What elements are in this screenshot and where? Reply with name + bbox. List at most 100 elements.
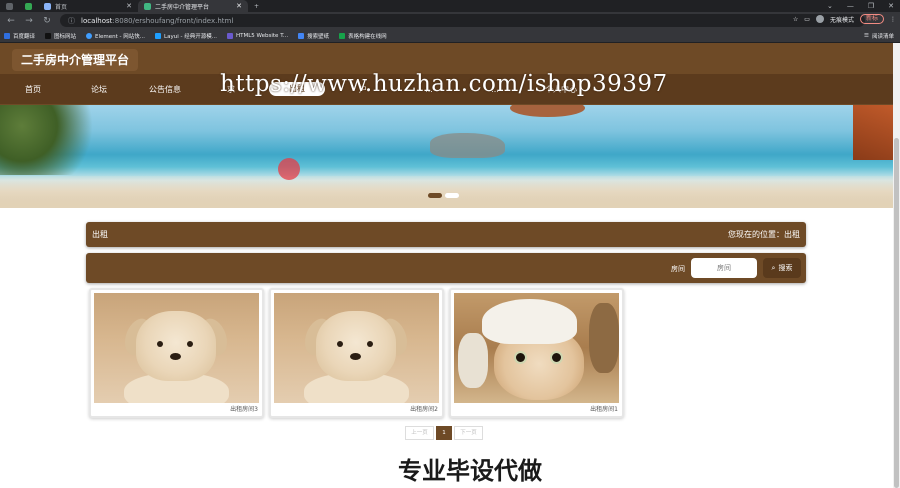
bookmark-label: HTML5 Website T... bbox=[235, 32, 289, 39]
bookmark-item[interactable]: HTML5 Website T... bbox=[226, 32, 289, 39]
search-icon: ⌕ bbox=[771, 263, 776, 272]
bookmark-icon bbox=[155, 32, 162, 39]
url-field[interactable]: ⓘ localhost:8080/ershoufang/front/index.… bbox=[60, 14, 865, 27]
bookmark-icon bbox=[339, 32, 346, 39]
banner-rock bbox=[430, 133, 505, 158]
search-button-label: 搜索 bbox=[778, 264, 793, 272]
bookmark-icon bbox=[45, 32, 52, 39]
window-controls: ⌄ — ❐ ✕ bbox=[827, 0, 894, 12]
address-bar-row: ← → ↻ ⓘ localhost:8080/ershoufang/front/… bbox=[0, 12, 900, 29]
next-page-button[interactable]: 下一页 bbox=[454, 426, 483, 440]
bookmark-label: 搜索壁纸 bbox=[307, 33, 330, 40]
section-title-bar: 出租 您现在的位置：出租 bbox=[86, 222, 806, 247]
bookmark-item[interactable]: 表格构建在线网 bbox=[339, 32, 387, 40]
info-icon: ⓘ bbox=[68, 16, 75, 25]
bookmark-icon bbox=[298, 32, 305, 39]
bookmark-item[interactable]: Element - 网站快... bbox=[86, 32, 145, 40]
bookmark-label: 表格构建在线网 bbox=[348, 33, 387, 40]
overlay-watermark-text: 专业毕设代做 bbox=[398, 457, 542, 485]
tab-label: 首页 bbox=[55, 3, 68, 11]
banner-tree bbox=[0, 105, 110, 175]
bookmark-label: Element - 网站快... bbox=[95, 33, 146, 40]
close-tab-icon[interactable]: ✕ bbox=[236, 2, 242, 10]
pagination: 上一页 1 下一页 bbox=[405, 426, 483, 440]
tab-favicon-icon bbox=[25, 2, 32, 10]
listing-card[interactable]: 出租房间2 bbox=[269, 288, 444, 418]
tab-label: 二手房中介管理平台 bbox=[155, 3, 210, 11]
vue-favicon-icon bbox=[144, 2, 151, 10]
restore-icon[interactable]: ❐ bbox=[868, 2, 874, 10]
browser-tabbar: 首页 ✕ 二手房中介管理平台 ✕ + ⌄ — ❐ ✕ bbox=[0, 0, 900, 12]
bookmark-label: 百度翻译 bbox=[13, 33, 36, 40]
hero-carousel[interactable] bbox=[0, 105, 893, 208]
listing-caption: 出租房间3 bbox=[230, 406, 258, 413]
banner-cliff bbox=[853, 105, 893, 160]
search-input[interactable] bbox=[691, 258, 757, 278]
listing-caption: 出租房间2 bbox=[410, 406, 438, 413]
bookmark-icon bbox=[86, 32, 93, 39]
browser-tab-active[interactable]: 二手房中介管理平台 ✕ bbox=[138, 0, 248, 12]
listing-card[interactable]: 出租房间3 bbox=[89, 288, 264, 418]
star-icon[interactable]: ☆ bbox=[793, 16, 798, 23]
update-button[interactable]: 新标 bbox=[859, 14, 884, 24]
search-button[interactable]: ⌕ 搜索 bbox=[763, 258, 801, 278]
tab-favicon-icon bbox=[44, 2, 51, 10]
listing-photo bbox=[94, 293, 259, 403]
search-bar: 房间 ⌕ 搜索 bbox=[86, 253, 806, 283]
search-label: 房间 bbox=[671, 265, 685, 273]
site-title[interactable]: 二手房中介管理平台 bbox=[12, 49, 139, 71]
bookmark-label: Layui - 经典开源模... bbox=[164, 33, 217, 40]
banner-sand bbox=[0, 176, 893, 208]
carousel-indicators bbox=[428, 193, 459, 198]
reading-list-label: 阅读清单 bbox=[871, 34, 894, 40]
web-page: 二手房中介管理平台 首页 论坛 公告信息 求 出租 户 ... ... 个人中心… bbox=[0, 43, 893, 488]
reload-icon[interactable]: ↻ bbox=[42, 16, 52, 26]
back-icon[interactable]: ← bbox=[6, 16, 16, 26]
chevron-down-icon[interactable]: ⌄ bbox=[827, 2, 833, 10]
url-host: localhost bbox=[81, 16, 113, 25]
close-window-icon[interactable]: ✕ bbox=[888, 2, 894, 10]
listing-photo bbox=[274, 293, 439, 403]
cursor-highlight bbox=[278, 158, 300, 180]
profile-label: 无痕模式 bbox=[829, 16, 854, 24]
bookmark-item[interactable]: 图标网站 bbox=[45, 32, 76, 40]
bookmark-item[interactable]: Layui - 经典开源模... bbox=[155, 32, 217, 40]
nav-item-notices[interactable]: 公告信息 bbox=[132, 84, 198, 95]
banner-island bbox=[510, 105, 585, 117]
minimize-icon[interactable]: — bbox=[847, 2, 854, 10]
toolbar-right: ☆ ▭ 无痕模式 新标 ⋮ bbox=[793, 14, 896, 24]
nav-item-home[interactable]: 首页 bbox=[0, 84, 66, 95]
carousel-dot-active[interactable] bbox=[428, 193, 442, 198]
breadcrumb: 您现在的位置：出租 bbox=[728, 230, 800, 239]
bookmark-icon bbox=[226, 32, 233, 39]
url-path: :8080/ershoufang/front/index.html bbox=[112, 16, 234, 25]
bookmark-icon bbox=[4, 32, 10, 39]
carousel-dot[interactable] bbox=[445, 193, 459, 198]
sidebar-icon[interactable]: ▭ bbox=[804, 16, 810, 23]
browser-tab-1[interactable] bbox=[19, 0, 38, 12]
new-tab-button[interactable]: + bbox=[248, 0, 265, 12]
scrollbar-thumb[interactable] bbox=[894, 138, 899, 488]
bookmarks-bar: 百度翻译 图标网站 Element - 网站快... Layui - 经典开源模… bbox=[0, 29, 900, 43]
nav-item-forum[interactable]: 论坛 bbox=[66, 84, 132, 95]
tab-favicon-icon bbox=[6, 2, 13, 10]
prev-page-button[interactable]: 上一页 bbox=[405, 426, 434, 440]
page-scrollbar[interactable] bbox=[893, 43, 900, 488]
forward-icon[interactable]: → bbox=[24, 16, 34, 26]
profile-avatar[interactable] bbox=[815, 15, 824, 23]
listing-caption: 出租房间1 bbox=[590, 406, 618, 413]
menu-icon[interactable]: ⋮ bbox=[890, 16, 896, 23]
browser-tab-0[interactable] bbox=[0, 0, 19, 12]
browser-tab-2[interactable]: 首页 ✕ bbox=[38, 0, 138, 12]
section-title: 出租 bbox=[92, 230, 108, 239]
listing-card[interactable]: 出租房间1 bbox=[449, 288, 624, 418]
reading-list[interactable]: ☰ 阅读清单 bbox=[864, 32, 894, 40]
bookmark-item[interactable]: 百度翻译 bbox=[4, 32, 35, 40]
reading-list-icon: ☰ bbox=[864, 33, 869, 39]
watermark-url: https://www.huzhan.com/ishop39397 bbox=[220, 71, 668, 97]
close-tab-icon[interactable]: ✕ bbox=[126, 2, 132, 10]
bookmark-item[interactable]: 搜索壁纸 bbox=[298, 32, 329, 40]
listing-grid: 出租房间3 出租房间2 出租房间1 bbox=[89, 288, 624, 418]
listing-photo bbox=[454, 293, 619, 403]
page-number-current[interactable]: 1 bbox=[436, 426, 452, 440]
